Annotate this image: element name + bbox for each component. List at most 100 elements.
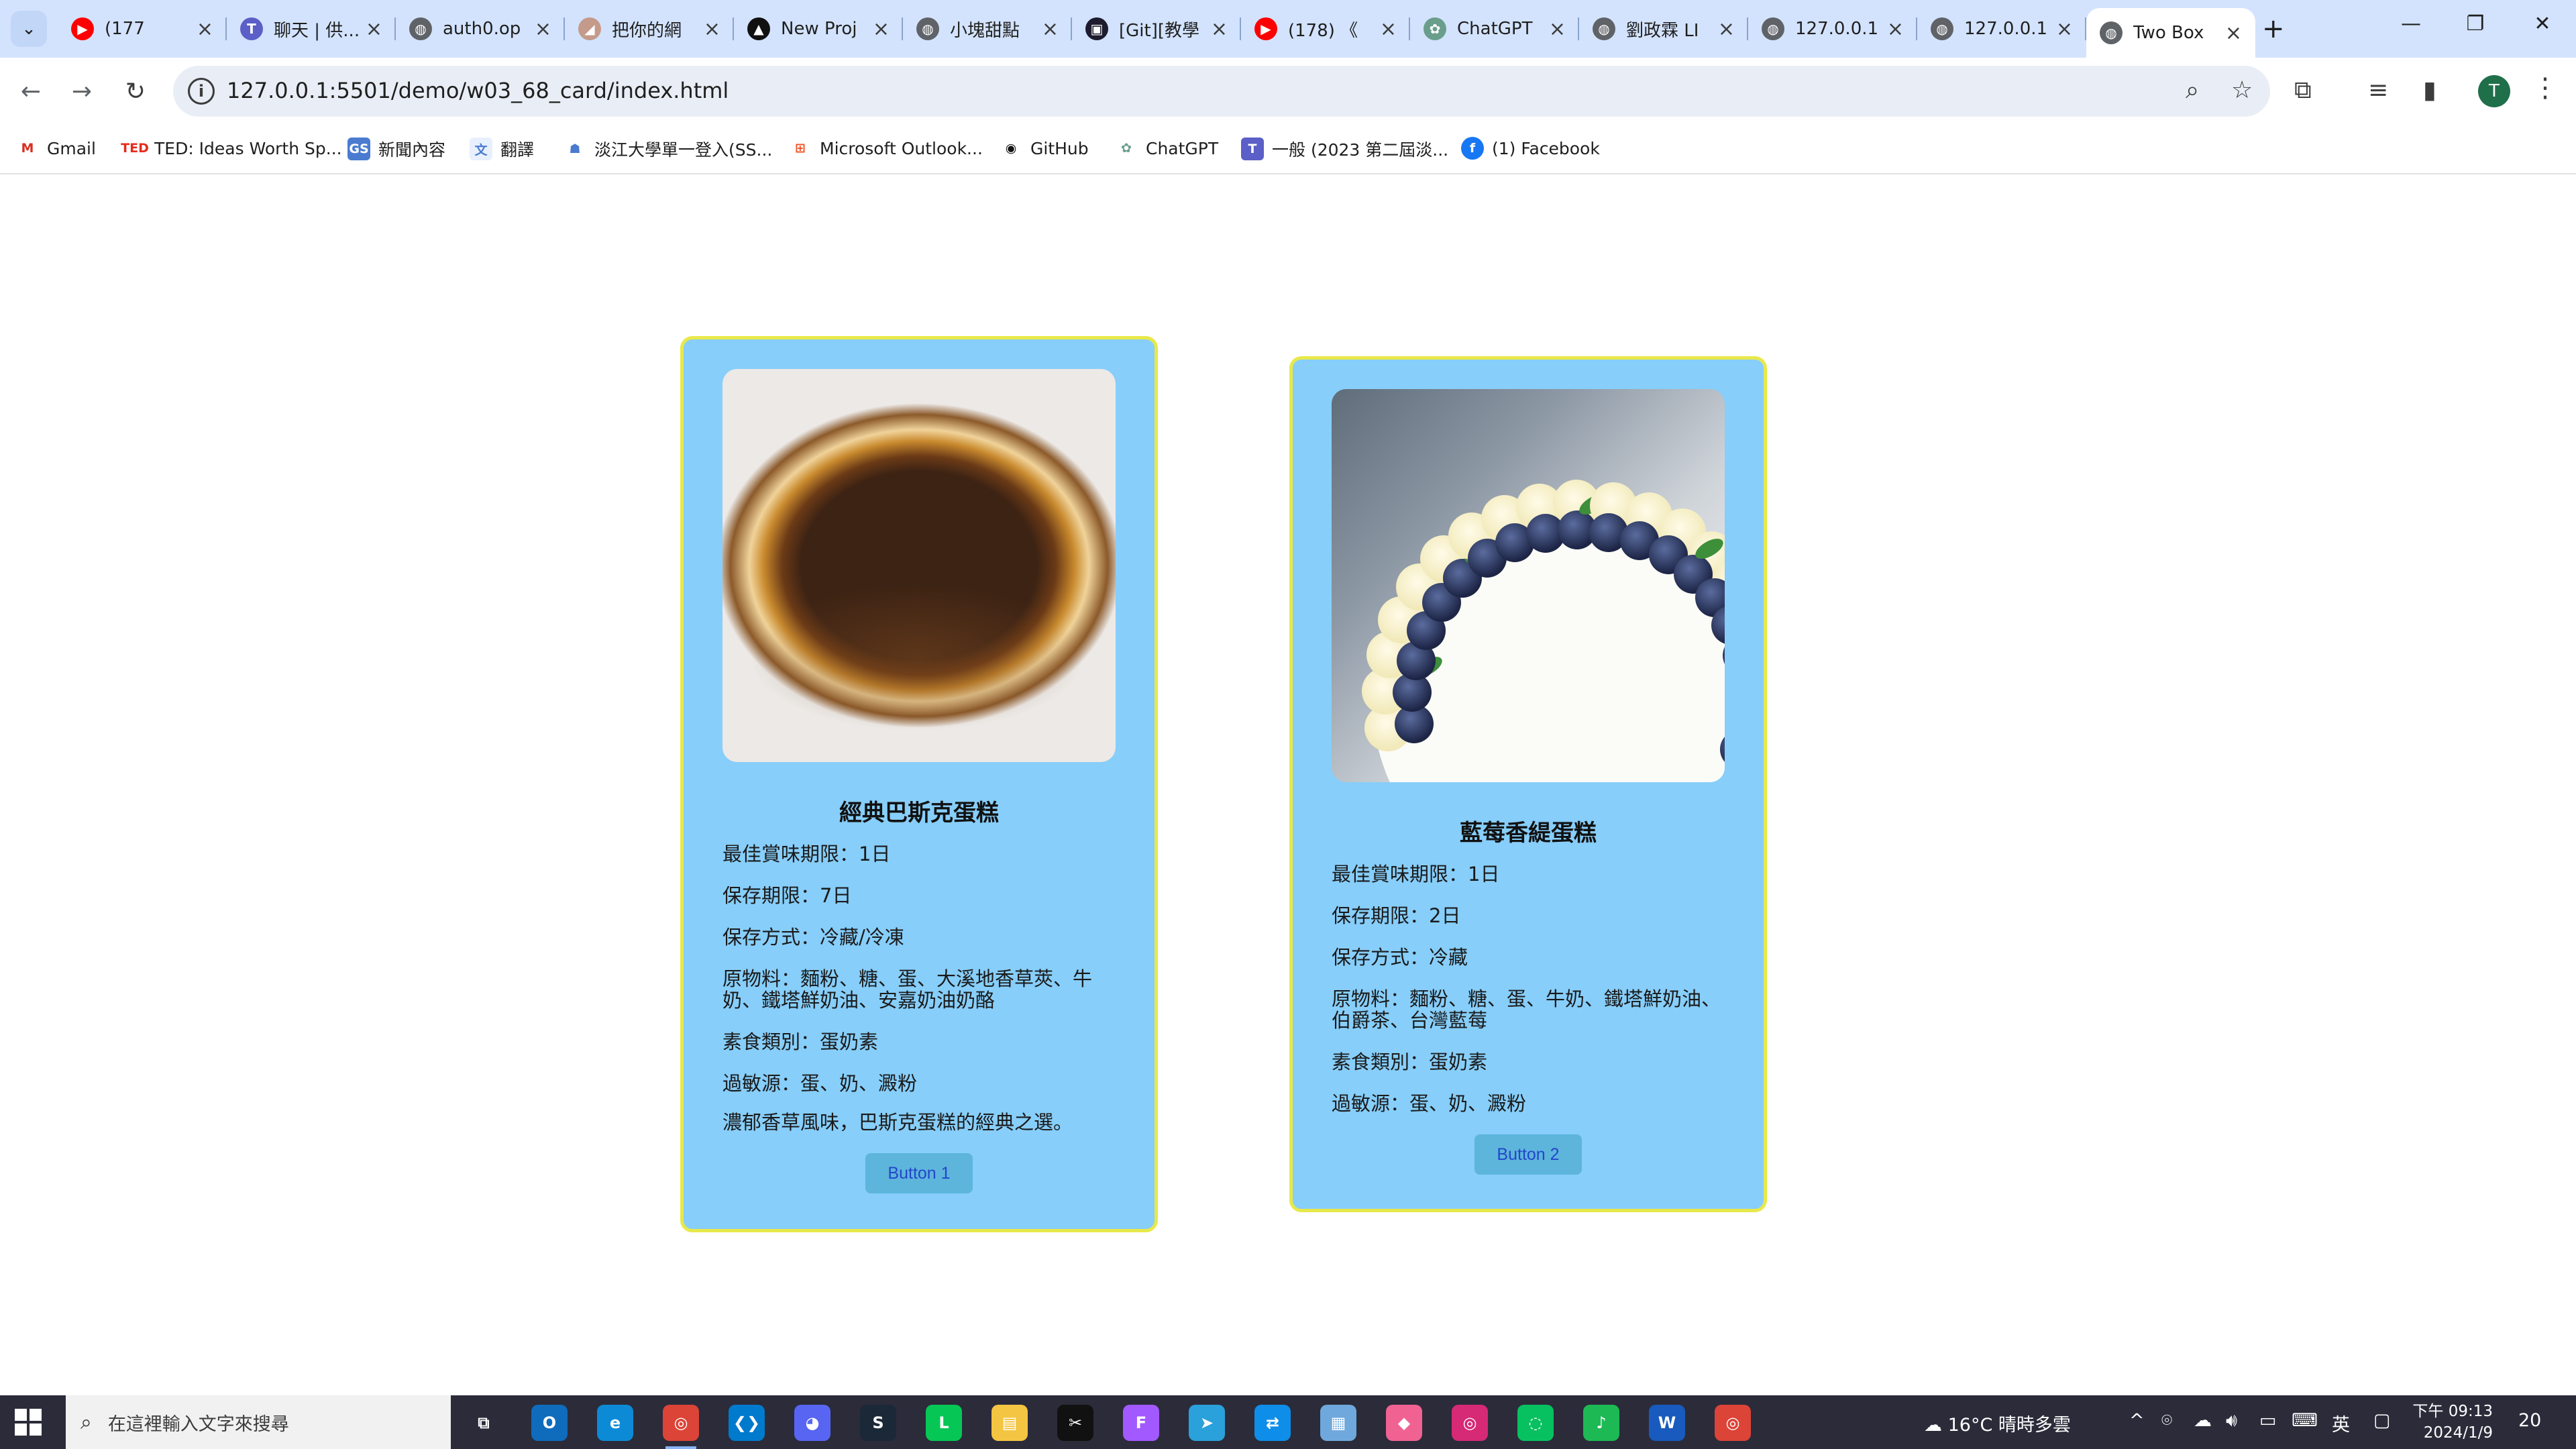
file-explorer-icon[interactable]: ▤ <box>991 1405 1028 1441</box>
tab-7[interactable]: ▶ (178) 《 × <box>1241 8 1410 50</box>
bookmark-7[interactable]: ✿ ChatGPT <box>1115 137 1218 160</box>
start-button[interactable] <box>15 1409 42 1436</box>
bookmark-label: GitHub <box>1030 138 1089 158</box>
telegram-icon[interactable]: ➤ <box>1189 1405 1225 1441</box>
close-tab-icon[interactable]: × <box>1211 17 1228 41</box>
address-bar[interactable]: i 127.0.0.1:5501/demo/w03_68_card/index.… <box>173 66 2270 117</box>
tab-8[interactable]: ✿ ChatGPT × <box>1410 8 1579 50</box>
display-icon[interactable]: ▭ <box>2259 1410 2277 1431</box>
steam-icon[interactable]: S <box>860 1405 896 1441</box>
tab-4[interactable]: ▲ New Proj × <box>734 8 903 50</box>
paint-icon[interactable]: ◆ <box>1386 1405 1422 1441</box>
weather-widget[interactable]: ☁ 16°C 晴時多雲 <box>1924 1410 2071 1436</box>
close-tab-icon[interactable]: × <box>1042 17 1059 41</box>
reload-button[interactable]: ↻ <box>118 74 153 109</box>
taskbar-search[interactable]: ⌕ 在這裡輸入文字來搜尋 <box>66 1395 451 1449</box>
bookmark-2[interactable]: GS 新聞內容 <box>347 137 445 161</box>
network-icon[interactable]: ☁ <box>2194 1410 2212 1431</box>
close-tab-icon[interactable]: × <box>366 17 382 41</box>
chrome-icon[interactable]: ◎ <box>663 1405 699 1449</box>
close-tab-icon[interactable]: × <box>535 17 551 41</box>
tab-10[interactable]: ◍ 127.0.0.1 × <box>1748 8 1917 50</box>
reload-icon: ↻ <box>125 77 146 105</box>
bookmark-0[interactable]: M Gmail <box>16 137 96 160</box>
bookmark-9[interactable]: f (1) Facebook <box>1461 137 1600 160</box>
tab-11[interactable]: ◍ 127.0.0.1 × <box>1917 8 2086 50</box>
extensions-icon[interactable]: ⧉ <box>2294 76 2312 105</box>
menu-kebab-icon[interactable]: ⋮ <box>2532 72 2559 103</box>
ted-icon: TED <box>121 137 149 160</box>
close-tab-icon[interactable]: × <box>197 17 213 41</box>
bookmark-1[interactable]: TED TED: Ideas Worth Sp... <box>121 137 342 160</box>
tab-9[interactable]: ◍ 劉政霖 LI × <box>1579 8 1748 50</box>
profile-avatar[interactable]: T <box>2478 75 2510 107</box>
vscode-icon[interactable]: ❮❯ <box>729 1405 765 1441</box>
url-text[interactable]: 127.0.0.1:5501/demo/w03_68_card/index.ht… <box>227 78 729 103</box>
triangle-icon: ▲ <box>747 17 770 40</box>
close-tab-icon[interactable]: × <box>1887 17 1904 41</box>
side-panel-icon[interactable]: ▮ <box>2423 76 2436 104</box>
back-button[interactable]: ← <box>13 74 48 109</box>
zoom-icon[interactable]: ⌕ <box>2186 76 2199 105</box>
ime-indicator[interactable]: 英 <box>2332 1410 2350 1436</box>
spotify-icon[interactable]: ♪ <box>1583 1405 1619 1441</box>
line-icon[interactable]: L <box>926 1405 962 1441</box>
bookmark-label: 一般 (2023 第二屆淡... <box>1272 140 1449 160</box>
word-icon[interactable]: W <box>1649 1405 1685 1441</box>
discord-icon[interactable]: ◕ <box>794 1405 830 1441</box>
close-window-button[interactable]: ✕ <box>2509 12 2576 36</box>
forward-button[interactable]: → <box>64 74 99 109</box>
close-tab-icon[interactable]: × <box>704 17 720 41</box>
tab-6[interactable]: ▣ [Git][教學 × <box>1072 8 1241 50</box>
notification-center-icon[interactable]: 20 <box>2518 1410 2541 1431</box>
clock-date: 2024/1/9 <box>2423 1424 2493 1442</box>
tab-1[interactable]: T 聊天 | 供... × <box>227 8 396 50</box>
bookmark-8[interactable]: T 一般 (2023 第二屆淡... <box>1241 137 1448 161</box>
tab-search-button[interactable]: ⌄ <box>11 11 47 47</box>
notepad-icon[interactable]: ▦ <box>1320 1405 1356 1441</box>
tray-chevron-icon[interactable]: ^ <box>2129 1410 2145 1431</box>
site-info-icon[interactable]: i <box>188 78 215 105</box>
restore-button[interactable]: ❐ <box>2442 12 2509 36</box>
new-tab-button[interactable]: + <box>2262 13 2285 44</box>
bookmark-3[interactable]: 文翻譯 <box>470 137 534 161</box>
bookmark-6[interactable]: ◉ GitHub <box>1000 137 1089 160</box>
keyboard-icon[interactable]: ⌨ <box>2292 1410 2318 1431</box>
instagram-icon[interactable]: ◎ <box>1452 1405 1488 1441</box>
edge-icon[interactable]: e <box>597 1405 633 1441</box>
tray-meet-icon[interactable]: ⌾ <box>2161 1410 2172 1432</box>
bookmark-5[interactable]: ⊞ Microsoft Outlook... <box>789 137 983 160</box>
wechat-icon[interactable]: ◌ <box>1517 1405 1554 1441</box>
system-clock[interactable]: 下午 09:13 2024/1/9 <box>2412 1401 2493 1444</box>
ime-mode-icon[interactable]: ▢ <box>2373 1410 2391 1431</box>
volume-icon[interactable]: 🔊︎ <box>2226 1410 2237 1432</box>
capcut-icon[interactable]: ✂ <box>1057 1405 1093 1441</box>
close-tab-icon[interactable]: × <box>2225 21 2242 45</box>
tab-12[interactable]: ◍ Two Box × <box>2086 8 2255 58</box>
outlook-icon[interactable]: O <box>531 1405 568 1441</box>
close-tab-icon[interactable]: × <box>2056 17 2073 41</box>
square-logo-icon: ▣ <box>1085 17 1108 40</box>
tab-0[interactable]: ▶ (177 × <box>58 8 227 50</box>
button-1[interactable]: Button 1 <box>865 1153 973 1193</box>
weather-cloud-icon: ☁ <box>1924 1415 1942 1436</box>
tab-5[interactable]: ◍ 小塊甜點 × <box>903 8 1072 50</box>
close-tab-icon[interactable]: × <box>1718 17 1735 41</box>
tab-title: 127.0.0.1 <box>1964 19 2048 39</box>
bookmark-star-icon[interactable]: ☆ <box>2231 76 2253 104</box>
minimize-button[interactable]: — <box>2377 12 2445 36</box>
close-tab-icon[interactable]: × <box>1549 17 1566 41</box>
task-view-icon[interactable]: ⧉ <box>466 1405 502 1441</box>
bookmark-label: (1) Facebook <box>1492 138 1600 158</box>
close-tab-icon[interactable]: × <box>873 17 890 41</box>
teamviewer-icon[interactable]: ⇄ <box>1254 1405 1291 1441</box>
close-tab-icon[interactable]: × <box>1380 17 1397 41</box>
chrome-icon[interactable]: ◎ <box>1715 1405 1751 1441</box>
button-2[interactable]: Button 2 <box>1474 1134 1582 1175</box>
tab-3[interactable]: ◢ 把你的網 × <box>565 8 734 50</box>
tab-2[interactable]: ◍ auth0.op × <box>396 8 565 50</box>
teams-icon: T <box>240 17 263 40</box>
bookmark-4[interactable]: ☗ 淡江大學單一登入(SS... <box>564 137 772 161</box>
media-control-icon[interactable]: ≡ <box>2368 76 2388 104</box>
figma-icon[interactable]: F <box>1123 1405 1159 1441</box>
